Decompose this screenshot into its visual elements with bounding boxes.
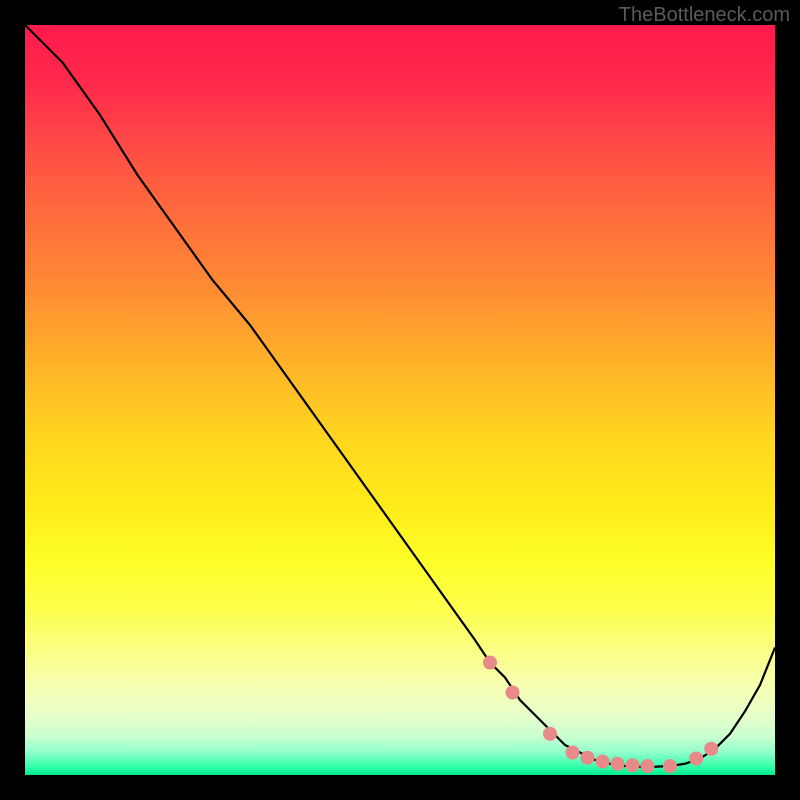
watermark-text: TheBottleneck.com	[619, 4, 790, 27]
marker-dot	[611, 757, 625, 771]
marker-dot	[543, 727, 557, 741]
chart-svg	[25, 25, 775, 775]
marker-dot	[626, 758, 640, 772]
chart-background-gradient	[25, 25, 775, 775]
marker-dot	[566, 746, 580, 760]
marker-dot	[689, 752, 703, 766]
marker-dot	[663, 759, 677, 773]
marker-dot	[506, 686, 520, 700]
marker-dot	[641, 759, 655, 773]
marker-dot	[581, 751, 595, 765]
marker-dot	[704, 742, 718, 756]
bottleneck-curve	[25, 25, 775, 767]
marker-group	[483, 656, 718, 774]
marker-dot	[483, 656, 497, 670]
marker-dot	[596, 755, 610, 769]
